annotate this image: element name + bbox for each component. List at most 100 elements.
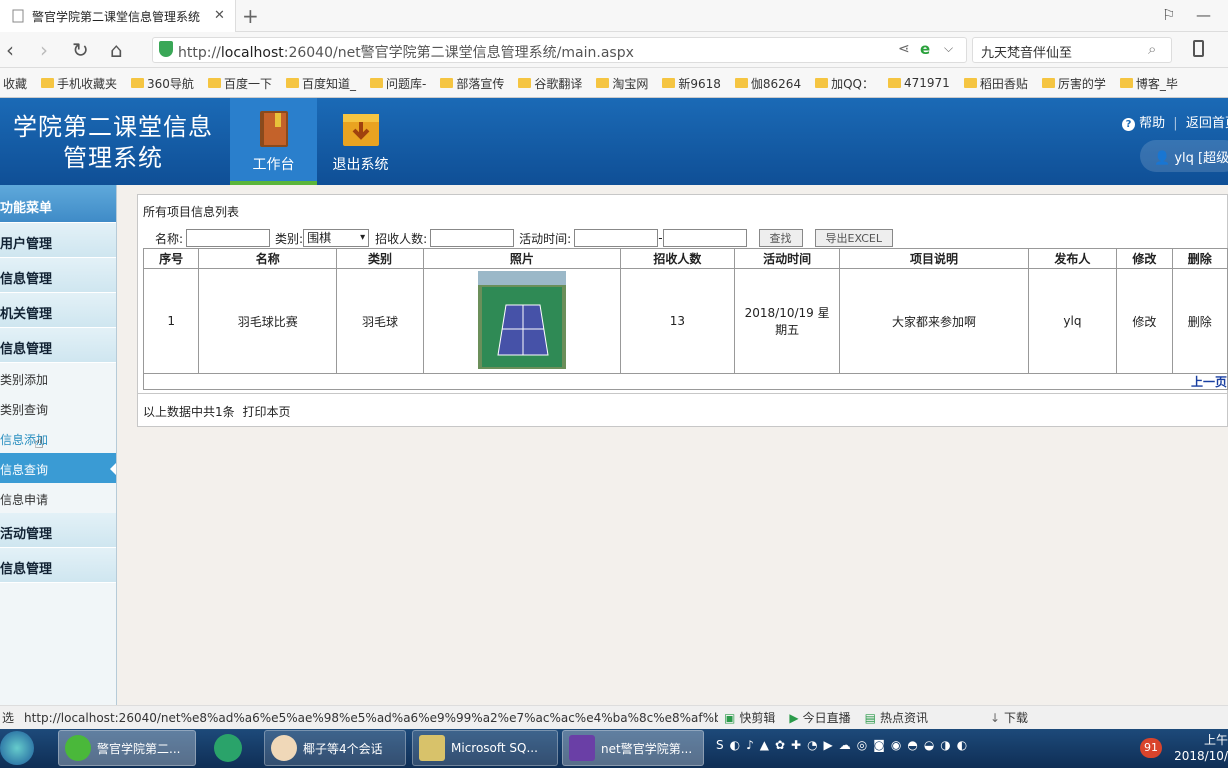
bookmark-item[interactable]: 博客_毕 — [1113, 75, 1185, 92]
sidebar-item[interactable]: 类别查询 — [0, 393, 116, 423]
sidebar-header: 功能菜单 — [0, 185, 116, 223]
bookmark-item[interactable]: 淘宝网 — [589, 75, 655, 92]
bookmark-item[interactable]: 360导航 — [124, 75, 201, 92]
column-header: 删除 — [1171, 248, 1228, 269]
category-select[interactable]: 围棋 ▾ — [303, 229, 370, 247]
folder-icon — [131, 78, 145, 88]
ie-icon[interactable]: e — [920, 40, 930, 58]
delete-link[interactable]: 删除 — [1171, 268, 1228, 374]
task-sql[interactable]: Microsoft SQ... — [412, 730, 558, 766]
search-button[interactable]: 查找 — [758, 229, 803, 247]
edit-link[interactable]: 修改 — [1116, 268, 1173, 374]
bookmark-item[interactable]: 谷歌翻译 — [511, 75, 589, 92]
bookmark-item[interactable]: 手机收藏夹 — [34, 75, 124, 92]
table-cell: 羽毛球比赛 — [198, 268, 338, 374]
shirt-icon[interactable]: ⚐ — [1162, 6, 1175, 24]
bookmark-item[interactable]: 百度一下 — [201, 75, 279, 92]
task-vs[interactable]: net警官学院第... — [562, 730, 704, 766]
sidebar-section[interactable]: 信息管理 — [0, 548, 116, 583]
bookmark-item[interactable]: 部落宣传 — [433, 75, 511, 92]
project-table: 序号 名称 类别 照片 招收人数 活动时间 项目说明 发布人 修改 删除 1 羽毛球比赛 羽毛球 13 2… — [142, 248, 1228, 374]
column-header: 序号 — [142, 248, 200, 269]
column-header: 修改 — [1116, 248, 1173, 269]
search-icon[interactable]: ⌕ — [1148, 40, 1156, 58]
bookmark-item[interactable]: 问题库- — [363, 75, 433, 92]
sidebar-item[interactable]: 信息查询 — [0, 453, 116, 483]
sidebar-section[interactable]: 活动管理 — [0, 513, 116, 548]
home-link[interactable]: 返回首页 — [1186, 116, 1228, 131]
table-cell: 2018/10/19 星期五 — [733, 268, 841, 374]
folder-icon — [369, 78, 383, 88]
print-link[interactable]: 打印本页 — [242, 405, 290, 419]
bookmark-item[interactable]: 加QQ： — [808, 75, 881, 92]
summary: 以上数据中共1条 打印本页 — [143, 405, 291, 419]
share-icon[interactable]: ⋖ — [898, 41, 910, 57]
news-icon: ▤ — [864, 710, 876, 725]
time-end-input[interactable] — [662, 229, 747, 247]
notification-badge[interactable]: 91 — [1140, 738, 1162, 758]
user-badge[interactable]: 👤 ylq [超级 — [1140, 140, 1228, 172]
prev-page-link[interactable]: 上一页 — [1191, 373, 1227, 390]
column-header: 名称 — [198, 248, 338, 269]
sidebar-item[interactable]: 信息申请 — [0, 483, 116, 513]
sidebar-item[interactable]: 类别添加 — [0, 363, 116, 393]
table-row: 1 羽毛球比赛 羽毛球 13 2018/10/19 星期五 大家都来参加啊 ylq 修改 删除 — [142, 268, 1228, 374]
status-item[interactable]: 快剪辑 — [739, 709, 775, 726]
column-header: 发布人 — [1027, 248, 1118, 269]
home-icon[interactable]: ⌂ — [110, 38, 123, 62]
task-chat[interactable]: 椰子等4个会话 — [264, 730, 406, 766]
export-excel-button[interactable]: 导出EXCEL — [814, 229, 893, 247]
task-browser[interactable]: 警官学院第二... — [58, 730, 196, 766]
time-start-input[interactable] — [574, 229, 659, 247]
shield-icon — [159, 41, 173, 57]
count-input[interactable] — [430, 229, 515, 247]
bookmark-item[interactable]: 稻田香贴 — [957, 75, 1035, 92]
new-tab-icon[interactable]: + — [242, 4, 259, 28]
folder-icon — [596, 78, 610, 88]
sql-icon — [419, 735, 445, 761]
browser-tab[interactable]: 警官学院第二课堂信息管理系统 — [0, 0, 236, 32]
folder-icon — [662, 78, 676, 88]
name-input[interactable] — [186, 229, 271, 247]
name-label: 名称: — [155, 231, 184, 246]
help-link[interactable]: ? 帮助 | 返回首页 — [1122, 112, 1228, 131]
folder-icon — [285, 78, 299, 88]
chevron-down-icon[interactable]: ⌵ — [944, 41, 953, 56]
folder-icon — [734, 78, 748, 88]
nav-workbench[interactable]: 工作台 — [230, 98, 317, 185]
sidebar-section[interactable]: 用户管理 — [0, 223, 116, 258]
bookmark-item[interactable]: 新9618 — [655, 75, 728, 92]
nav-exit-label: 退出系统 — [332, 157, 389, 173]
question-icon: ? — [1122, 118, 1135, 131]
bookmark-item[interactable]: 厉害的学 — [1035, 75, 1113, 92]
back-icon[interactable]: ‹ — [6, 38, 14, 62]
start-icon[interactable] — [0, 731, 34, 765]
sidebar-section[interactable]: 信息管理 — [0, 328, 116, 363]
status-item[interactable]: 热点资讯 — [880, 709, 928, 726]
search-input[interactable]: 九天梵音伴仙至 — [972, 37, 1172, 63]
nav-exit[interactable]: 退出系统 — [317, 98, 404, 185]
sidebar: 功能菜单 用户管理 信息管理 机关管理 信息管理 类别添加 类别查询 信息添加 信息查询 信息申… — [0, 185, 117, 705]
download-icon: ↓ — [989, 710, 1001, 725]
table-cell: 13 — [620, 268, 735, 374]
status-item[interactable]: 今日直播 — [803, 709, 851, 726]
clock[interactable]: 上午 2018/10/ — [1172, 732, 1228, 764]
column-header: 招收人数 — [620, 248, 735, 269]
phone-icon[interactable] — [1193, 40, 1204, 57]
sidebar-item[interactable]: 信息添加 — [0, 423, 116, 453]
tray-icons[interactable]: S◐♪▲✿✚◔▶☁◎◙◉◓◒◑◐ — [716, 738, 973, 752]
close-tab-icon[interactable]: ✕ — [214, 8, 225, 23]
folder-icon — [207, 78, 221, 88]
folder-icon — [1041, 78, 1055, 88]
sidebar-section[interactable]: 机关管理 — [0, 293, 116, 328]
bookmark-item[interactable]: 收藏 — [0, 75, 34, 92]
bookmark-item[interactable]: 百度知道_ — [279, 75, 363, 92]
app-icon[interactable] — [214, 734, 242, 762]
status-item[interactable]: 下载 — [1004, 709, 1028, 726]
minimize-icon[interactable]: — — [1196, 6, 1211, 24]
sidebar-section[interactable]: 信息管理 — [0, 258, 116, 293]
bookmark-item[interactable]: 471971 — [881, 76, 957, 90]
bookmark-item[interactable]: 伽86264 — [728, 75, 808, 92]
forward-icon[interactable]: › — [40, 38, 48, 62]
reload-icon[interactable]: ↻ — [72, 38, 89, 62]
